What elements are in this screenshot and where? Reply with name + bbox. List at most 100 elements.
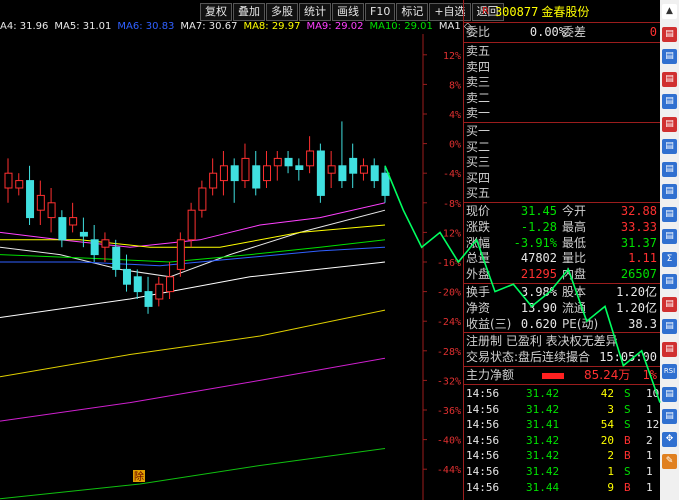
stat-row-value2: 33.33 [620, 219, 657, 234]
sell-level-label: 卖四 [466, 59, 491, 74]
candle-body [112, 246, 121, 270]
toolbar-button-5[interactable]: F10 [365, 3, 396, 21]
stat2-row: 换手 3.98% 股本 1.20亿 [464, 285, 661, 300]
trade-row[interactable]: 14:56 31.41 54 S 12 [464, 418, 661, 431]
stat-row-value2: 31.37 [620, 235, 657, 250]
chart-icon[interactable]: ▤ [662, 71, 677, 87]
stock-name[interactable]: 金春股份 [541, 3, 589, 20]
candle-body [26, 180, 35, 219]
kline-chart[interactable]: 12% 8% 4% 0% -4% -8% -12% -16% -20% -24% -28% -32% -… [0, 34, 463, 500]
rsi-icon[interactable]: RSI [662, 364, 677, 379]
sell-level-5: 卖五 [464, 44, 661, 59]
trade-count: 2 [646, 433, 653, 447]
ma-legend-item: MA8: 29.97 [243, 21, 301, 32]
trade-time: 14:56 [466, 465, 500, 478]
buy-level-4: 买四 [464, 171, 661, 186]
stat-row: 外盘 21295 内盘 26507 [464, 267, 661, 282]
grid-icon[interactable]: ▤ [662, 49, 677, 64]
chart-icon[interactable]: ▤ [662, 409, 677, 424]
trade-status: 交易状态:盘后连续撮合 [466, 350, 591, 364]
chart-icon[interactable]: ▤ [662, 341, 677, 357]
weibi-label: 委比 [466, 25, 491, 39]
stat-row-label: 涨跌 [466, 219, 491, 234]
stat2-row-label2: 股本 [562, 285, 587, 299]
weibi-value: 0.00% [529, 25, 566, 39]
bar-chart-icon[interactable]: ▤ [662, 94, 677, 109]
info-icon[interactable]: ▤ [662, 184, 677, 199]
y-tick-label: -24% [437, 317, 461, 328]
candle-body [133, 276, 142, 293]
buy-level-label: 买一 [466, 124, 491, 138]
stat-row-label: 现价 [466, 204, 491, 218]
y-tick-label: -28% [437, 347, 461, 358]
y-tick-label: -4% [443, 169, 461, 180]
trade-count: 12 [646, 418, 660, 432]
trade-row[interactable]: 14:56 31.42 1 S 1 [464, 465, 661, 478]
doc-icon[interactable]: ▤ [662, 206, 677, 222]
doc-icon[interactable]: ▤ [662, 229, 677, 244]
stat2-row-label: 净资 [466, 300, 491, 315]
stat-row-value: -3.91% [513, 235, 557, 250]
trade-row[interactable]: 14:56 31.42 42 S 10 [464, 387, 661, 400]
y-tick-label: -20% [437, 288, 461, 299]
candle-body [284, 157, 293, 167]
r-badge: R [482, 6, 489, 17]
main-flow-pct: 1% [642, 368, 657, 382]
stat-row: 现价 31.45 今开 32.88 [464, 204, 661, 219]
y-tick-label: 4% [449, 110, 461, 121]
trade-row[interactable]: 14:56 31.42 20 B 2 [464, 434, 661, 447]
candle-body [155, 283, 164, 300]
toolbar-button-3[interactable]: 统计 [299, 3, 331, 21]
chart-icon[interactable]: ▤ [662, 296, 677, 312]
stock-code[interactable]: 300877 [495, 5, 538, 19]
stat-row-label2: 内盘 [562, 267, 587, 282]
move-icon[interactable]: ✥ [662, 431, 677, 447]
fund-icon[interactable]: ▤ [662, 139, 677, 154]
sigma-icon[interactable]: Σ [662, 251, 677, 267]
trade-side: S [624, 387, 631, 400]
toolbar-button-4[interactable]: 画线 [332, 3, 364, 21]
buy-level-label: 买三 [466, 155, 491, 169]
y-tick-label: -32% [437, 376, 461, 387]
main-flow-bar [542, 373, 564, 379]
stat-row-label: 总量 [466, 251, 491, 266]
trade-time: 14:56 [466, 433, 500, 447]
chart-icon[interactable]: ▤ [662, 319, 677, 334]
chart-icon[interactable]: ▤ [662, 386, 677, 402]
trade-time: 14:56 [466, 402, 500, 416]
list-icon[interactable]: ▤ [662, 161, 677, 177]
kline-icon[interactable]: ▤ [662, 116, 677, 132]
candle-body [36, 194, 45, 211]
stat-row-label2: 最低 [562, 235, 587, 250]
stat2-row-value2: 1.20亿 [616, 300, 657, 315]
main-flow-row[interactable]: 主力净额 85.24万 1% [464, 368, 661, 383]
trade-price: 31.41 [526, 418, 560, 432]
arrow-up-icon[interactable]: ▲ [662, 4, 677, 19]
trade-row[interactable]: 14:56 31.42 3 S 1 [464, 403, 661, 416]
trade-side: S [624, 418, 631, 432]
trade-count: 1 [646, 480, 653, 494]
pencil-icon[interactable]: ✎ [662, 454, 677, 469]
ma-line [0, 261, 386, 318]
y-tick-label: -16% [437, 258, 461, 269]
trade-row[interactable]: 14:56 31.44 9 B 1 [464, 481, 661, 494]
candle-body [58, 217, 67, 241]
ma-legend-item: MA6: 30.83 [117, 21, 175, 32]
candle-body [47, 202, 56, 219]
trade-row[interactable]: 14:56 31.42 2 B 1 [464, 449, 661, 462]
toolbar-button-6[interactable]: 标记 [396, 3, 429, 21]
candle-body [241, 157, 250, 182]
toolbar-button-2[interactable]: 多股 [266, 3, 298, 21]
stat-row-label: 涨幅 [466, 235, 491, 250]
candle-body [4, 172, 13, 189]
weicha-value: 0 [649, 25, 657, 39]
candle-body [327, 165, 336, 174]
toolbar-button-1[interactable]: 叠加 [233, 3, 265, 21]
y-tick-label: -12% [437, 228, 461, 239]
toolbar-button-0[interactable]: 复权 [200, 3, 232, 21]
status-line-1: 注册制 已盈利 表决权无差异 [464, 334, 661, 349]
ma-line [0, 447, 386, 500]
table-icon[interactable]: ▤ [662, 274, 677, 289]
y-tick-label: 12% [443, 51, 461, 62]
chart-icon[interactable]: ▤ [662, 26, 677, 42]
